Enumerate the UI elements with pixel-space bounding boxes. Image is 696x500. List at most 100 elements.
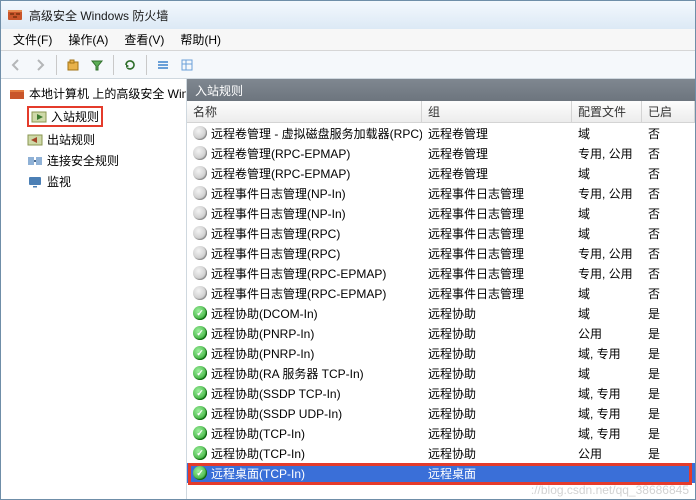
table-row[interactable]: 远程桌面(TCP-In)远程桌面	[187, 463, 695, 483]
rule-enabled: 否	[642, 125, 695, 142]
grid-header: 名称 组 配置文件 已启	[187, 101, 695, 123]
rule-group: 远程事件日志管理	[422, 205, 572, 222]
rule-profile: 域, 专用	[572, 345, 642, 362]
new-rule-button[interactable]	[62, 54, 84, 76]
rule-status-icon	[193, 166, 207, 180]
table-row[interactable]: 远程事件日志管理(RPC)远程事件日志管理域否	[187, 223, 695, 243]
rule-name: 远程事件日志管理(RPC)	[211, 225, 340, 242]
table-row[interactable]: 远程事件日志管理(RPC)远程事件日志管理专用, 公用否	[187, 243, 695, 263]
rule-status-icon	[193, 426, 207, 440]
rule-group: 远程协助	[422, 445, 572, 462]
rule-status-icon	[193, 186, 207, 200]
rule-name: 远程卷管理(RPC-EPMAP)	[211, 145, 350, 162]
menu-action[interactable]: 操作(A)	[60, 29, 116, 50]
table-row[interactable]: 远程协助(SSDP TCP-In)远程协助域, 专用是	[187, 383, 695, 403]
rule-status-icon	[193, 406, 207, 420]
rule-status-icon	[193, 266, 207, 280]
rule-group: 远程事件日志管理	[422, 225, 572, 242]
filter-button[interactable]	[86, 54, 108, 76]
rule-profile: 专用, 公用	[572, 185, 642, 202]
rule-profile: 专用, 公用	[572, 145, 642, 162]
col-profile[interactable]: 配置文件	[572, 101, 642, 122]
rule-name: 远程卷管理(RPC-EPMAP)	[211, 165, 350, 182]
rule-enabled: 是	[642, 405, 695, 422]
table-row[interactable]: 远程协助(SSDP UDP-In)远程协助域, 专用是	[187, 403, 695, 423]
list-view-button[interactable]	[152, 54, 174, 76]
table-row[interactable]: 远程协助(TCP-In)远程协助公用是	[187, 443, 695, 463]
rule-enabled: 是	[642, 305, 695, 322]
tree-inbound-label: 入站规则	[51, 108, 99, 125]
rules-grid: 名称 组 配置文件 已启 远程卷管理 - 虚拟磁盘服务加载器(RPC)远程卷管理…	[187, 101, 695, 499]
table-row[interactable]: 远程协助(TCP-In)远程协助域, 专用是	[187, 423, 695, 443]
table-row[interactable]: 远程协助(RA 服务器 TCP-In)远程协助域是	[187, 363, 695, 383]
table-row[interactable]: 远程卷管理(RPC-EPMAP) 远程卷管理域否	[187, 163, 695, 183]
titlebar[interactable]: 高级安全 Windows 防火墙	[1, 1, 695, 29]
rule-group: 远程事件日志管理	[422, 185, 572, 202]
rule-enabled: 否	[642, 265, 695, 282]
rule-name: 远程事件日志管理(RPC)	[211, 245, 340, 262]
col-group[interactable]: 组	[422, 101, 572, 122]
rule-enabled: 否	[642, 245, 695, 262]
table-row[interactable]: 远程卷管理(RPC-EPMAP)远程卷管理专用, 公用否	[187, 143, 695, 163]
rule-enabled: 否	[642, 225, 695, 242]
tree-root[interactable]: 本地计算机 上的高级安全 Win	[1, 83, 186, 104]
rule-profile: 专用, 公用	[572, 265, 642, 282]
rule-status-icon	[193, 326, 207, 340]
tree-outbound-rules[interactable]: 出站规则	[1, 129, 186, 150]
rule-profile: 域	[572, 125, 642, 142]
tree-monitor[interactable]: 监视	[1, 171, 186, 192]
rule-profile: 域	[572, 205, 642, 222]
connsec-icon	[27, 153, 43, 169]
table-row[interactable]: 远程事件日志管理(NP-In)远程事件日志管理专用, 公用否	[187, 183, 695, 203]
rule-profile: 域, 专用	[572, 385, 642, 402]
rule-status-icon	[193, 386, 207, 400]
menu-file[interactable]: 文件(F)	[5, 29, 60, 50]
rules-rows: 远程卷管理 - 虚拟磁盘服务加载器(RPC)远程卷管理域否远程卷管理(RPC-E…	[187, 123, 695, 483]
table-row[interactable]: 远程事件日志管理(NP-In)远程事件日志管理域否	[187, 203, 695, 223]
rule-name: 远程事件日志管理(NP-In)	[211, 185, 346, 202]
col-name[interactable]: 名称	[187, 101, 422, 122]
rule-enabled: 是	[642, 345, 695, 362]
tree-inbound-rules[interactable]: 入站规则	[1, 104, 186, 129]
rule-status-icon	[193, 146, 207, 160]
back-button	[5, 54, 27, 76]
rule-group: 远程卷管理	[422, 145, 572, 162]
rule-enabled: 是	[642, 325, 695, 342]
table-row[interactable]: 远程卷管理 - 虚拟磁盘服务加载器(RPC)远程卷管理域否	[187, 123, 695, 143]
scope-tree[interactable]: 本地计算机 上的高级安全 Win 入站规则 出站规则 连接安全规则 监视	[1, 79, 187, 499]
rule-status-icon	[193, 226, 207, 240]
rule-group: 远程事件日志管理	[422, 285, 572, 302]
menu-help[interactable]: 帮助(H)	[172, 29, 229, 50]
rule-profile: 域	[572, 165, 642, 182]
table-row[interactable]: 远程协助(PNRP-In) 远程协助域, 专用是	[187, 343, 695, 363]
rule-name: 远程协助(DCOM-In)	[211, 305, 318, 322]
rule-group: 远程协助	[422, 385, 572, 402]
rule-group: 远程卷管理	[422, 125, 572, 142]
table-row[interactable]: 远程协助(PNRP-In)远程协助公用是	[187, 323, 695, 343]
rule-enabled: 否	[642, 165, 695, 182]
inbound-icon	[31, 109, 47, 125]
firewall-icon	[9, 86, 25, 102]
rule-name: 远程协助(PNRP-In)	[211, 345, 314, 362]
rule-name: 远程协助(TCP-In)	[211, 445, 305, 462]
details-view-button[interactable]	[176, 54, 198, 76]
table-row[interactable]: 远程事件日志管理(RPC-EPMAP)远程事件日志管理域否	[187, 283, 695, 303]
rule-name: 远程桌面(TCP-In)	[211, 465, 305, 482]
table-row[interactable]: 远程协助(DCOM-In)远程协助域是	[187, 303, 695, 323]
rule-name: 远程协助(PNRP-In)	[211, 325, 314, 342]
menu-view[interactable]: 查看(V)	[116, 29, 172, 50]
tree-outbound-label: 出站规则	[47, 131, 95, 148]
rule-profile: 公用	[572, 325, 642, 342]
rule-group: 远程卷管理	[422, 165, 572, 182]
window-title: 高级安全 Windows 防火墙	[29, 7, 168, 24]
rule-status-icon	[193, 446, 207, 460]
rules-panel: 入站规则 名称 组 配置文件 已启 远程卷管理 - 虚拟磁盘服务加载器(RPC)…	[187, 79, 695, 499]
rule-group: 远程协助	[422, 345, 572, 362]
tree-connsec-label: 连接安全规则	[47, 152, 119, 169]
tree-connection-security[interactable]: 连接安全规则	[1, 150, 186, 171]
refresh-button[interactable]	[119, 54, 141, 76]
table-row[interactable]: 远程事件日志管理(RPC-EPMAP)远程事件日志管理专用, 公用否	[187, 263, 695, 283]
col-enabled[interactable]: 已启	[642, 101, 695, 122]
rule-status-icon	[193, 206, 207, 220]
rule-status-icon	[193, 366, 207, 380]
